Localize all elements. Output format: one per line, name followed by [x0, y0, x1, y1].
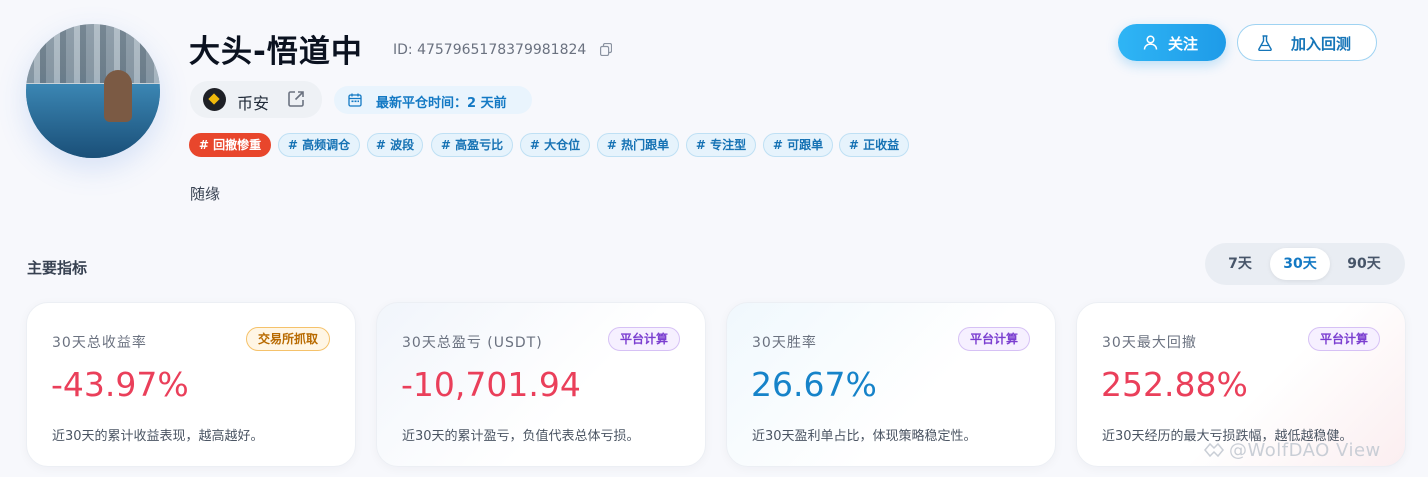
- metric-description: 近30天的累计收益表现，越高越好。: [52, 429, 264, 444]
- range-90d-button[interactable]: 90天: [1330, 248, 1398, 280]
- user-icon: [1143, 35, 1158, 50]
- tag-item: # 大仓位: [520, 133, 590, 157]
- avatar: [26, 24, 160, 158]
- metric-description: 近30天的累计盈亏，负值代表总体亏损。: [402, 429, 640, 444]
- binance-icon: [203, 88, 226, 111]
- watermark: @WolfDAO View: [1203, 440, 1381, 461]
- tag-item: # 高盈亏比: [431, 133, 513, 157]
- range-30d-button[interactable]: 30天: [1270, 248, 1330, 280]
- section-title: 主要指标: [27, 259, 88, 277]
- tag-item: # 专注型: [686, 133, 756, 157]
- source-badge: 交易所抓取: [245, 327, 330, 351]
- latest-close-text: 最新平仓时间：2 天前: [376, 96, 507, 111]
- follow-label: 关注: [1168, 35, 1199, 53]
- metric-label: 30天总盈亏 (USDT): [402, 335, 543, 351]
- source-badge: 平台计算: [1307, 327, 1380, 351]
- calendar-icon: [348, 93, 362, 107]
- source-badge: 平台计算: [607, 327, 680, 351]
- exchange-name: 币安: [237, 94, 270, 113]
- tag-item: # 高频调仓: [278, 133, 360, 157]
- metric-label: 30天最大回撤: [1102, 335, 1197, 351]
- watermark-text: @WolfDAO View: [1229, 440, 1381, 461]
- trader-name: 大头-悟道中: [189, 34, 363, 70]
- exchange-link[interactable]: 币安: [190, 81, 322, 118]
- copy-icon[interactable]: [600, 43, 612, 56]
- range-7d-button[interactable]: 7天: [1210, 248, 1270, 280]
- metric-value: -43.97%: [51, 365, 189, 404]
- add-backtest-button[interactable]: 加入回测: [1237, 24, 1377, 61]
- latest-close-badge: 最新平仓时间：2 天前: [334, 86, 532, 114]
- metric-value: 26.67%: [751, 365, 877, 404]
- metric-value: 252.88%: [1101, 365, 1248, 404]
- source-badge: 平台计算: [957, 327, 1030, 351]
- avatar-person: [103, 69, 132, 122]
- external-link-icon: [288, 91, 304, 107]
- add-backtest-label: 加入回测: [1291, 35, 1352, 53]
- metric-description: 近30天盈利单占比，体现策略稳定性。: [752, 429, 977, 444]
- metric-label: 30天总收益率: [52, 335, 147, 351]
- tag-item: # 热门跟单: [597, 133, 679, 157]
- metric-value: -10,701.94: [401, 365, 581, 404]
- avatar-background: [26, 24, 160, 85]
- flask-icon: [1258, 35, 1272, 51]
- metric-card-return: 30天总收益率 交易所抓取 -43.97% 近30天的累计收益表现，越高越好。: [26, 302, 356, 467]
- time-range-selector: 7天 30天 90天: [1205, 243, 1405, 285]
- trader-bio: 随缘: [190, 185, 221, 203]
- metric-card-pnl: 30天总盈亏 (USDT) 平台计算 -10,701.94 近30天的累计盈亏，…: [376, 302, 706, 467]
- tag-item: # 波段: [367, 133, 423, 157]
- tag-item: # 可跟单: [763, 133, 833, 157]
- wolf-logo-icon: [1204, 442, 1224, 458]
- trader-id: ID: 4757965178379981824: [393, 42, 587, 58]
- metric-card-winrate: 30天胜率 平台计算 26.67% 近30天盈利单占比，体现策略稳定性。: [726, 302, 1056, 467]
- follow-button[interactable]: 关注: [1118, 24, 1226, 61]
- tag-item: # 正收益: [839, 133, 909, 157]
- metric-label: 30天胜率: [752, 335, 817, 351]
- avatar-pool: [26, 84, 160, 158]
- tag-item: # 回撤惨重: [189, 133, 271, 157]
